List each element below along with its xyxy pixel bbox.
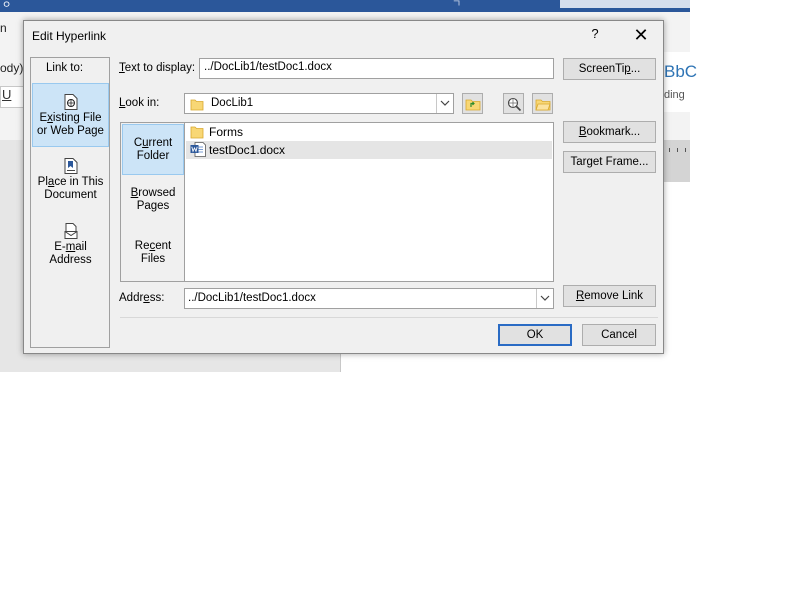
label-part: ail: [75, 241, 87, 253]
list-item[interactable]: testDoc1.docx: [186, 141, 552, 159]
ribbon-strip: [663, 112, 690, 138]
label-part: Pages: [136, 200, 170, 212]
folder-icon: [190, 99, 204, 111]
browse-tabs: Current Folder Browsed Pages Recent File…: [120, 122, 185, 282]
page-edge: [340, 354, 341, 372]
style-preview-heading[interactable]: BbC: [664, 62, 697, 82]
link-to-label: Link to:: [46, 62, 84, 74]
bookmark-button[interactable]: Bookmark...: [563, 121, 656, 143]
address-input[interactable]: ../DocLib1/testDoc1.docx: [184, 288, 554, 309]
style-preview-label: ding: [664, 89, 685, 101]
label-part: rrent: [148, 137, 173, 149]
label-part: ent: [155, 240, 172, 252]
file-name: Forms: [209, 125, 243, 139]
look-in-label: Look in:: [119, 97, 159, 109]
ok-button[interactable]: OK: [498, 324, 572, 346]
list-item[interactable]: Forms: [186, 123, 552, 141]
accesskey: m: [65, 241, 76, 253]
ruler: [663, 140, 690, 182]
tab-browsed-pages[interactable]: Browsed Pages: [121, 187, 185, 227]
link-to-place-in-document[interactable]: Place in This Document: [32, 157, 109, 213]
label-part: ook in:: [125, 97, 160, 109]
globe-document-icon: [64, 94, 77, 110]
look-in-select[interactable]: DocLib1: [184, 93, 454, 114]
label-part: Folder: [136, 150, 170, 162]
label-part: ext to display:: [124, 62, 196, 74]
label-part: ookmark...: [586, 126, 641, 138]
tab-current-folder[interactable]: Current Folder: [122, 124, 184, 175]
browse-file-button[interactable]: [532, 93, 553, 114]
label-part: Tar: [570, 156, 587, 168]
link-to-existing-file[interactable]: Existing File or Web Page: [32, 83, 109, 147]
label-part: isting File: [52, 112, 102, 124]
label-part: Document: [44, 189, 97, 201]
accesskey: R: [575, 290, 585, 302]
label-part: et Frame...: [592, 156, 649, 168]
text-to-display-label: Text to display:: [119, 62, 195, 74]
label-part: ce in This: [54, 176, 104, 188]
remove-link-button[interactable]: Remove Link: [563, 285, 656, 307]
label-part: Pl: [37, 176, 48, 188]
tab-recent-files[interactable]: Recent Files: [121, 240, 185, 280]
underline-button[interactable]: U: [0, 86, 24, 108]
word-title-bar: ㅇ ㄱ: [0, 0, 690, 12]
link-to-email-address[interactable]: E-mail Address: [32, 223, 109, 279]
styles-gallery: [663, 52, 690, 112]
label-part: ...: [630, 63, 641, 75]
folder-up-icon: [465, 99, 481, 111]
screentip-button[interactable]: ScreenTip...: [563, 58, 656, 80]
open-folder-icon: [535, 99, 551, 111]
chevron-down-icon[interactable]: [436, 94, 453, 113]
title-bar-glyph: ㄱ: [452, 0, 462, 10]
close-icon[interactable]: ✕: [628, 24, 654, 46]
document-margin: [24, 354, 341, 372]
label-part: rowsed: [138, 187, 176, 199]
address-value: ../DocLib1/testDoc1.docx: [188, 292, 316, 304]
label-part: Address: [49, 254, 92, 266]
label-part: Files: [140, 253, 166, 265]
help-button[interactable]: ?: [584, 26, 606, 46]
label-part: C: [133, 137, 143, 149]
dialog-title: Edit Hyperlink: [32, 29, 107, 43]
label-part: emove Link: [584, 290, 644, 302]
ribbon-fragment-text: n: [0, 21, 7, 35]
edit-hyperlink-dialog: Edit Hyperlink ? ✕ Existing File or Web …: [23, 20, 664, 354]
label-part: E-: [54, 241, 66, 253]
browse-web-icon: [507, 97, 522, 112]
document-margin: [0, 140, 24, 372]
address-label: Address:: [119, 292, 164, 304]
bookmark-document-icon: [64, 158, 77, 174]
title-bar-glyph: ㅇ: [2, 0, 12, 11]
text-to-display-input[interactable]: ../DocLib1/testDoc1.docx: [199, 58, 554, 79]
label-part: ss:: [149, 292, 165, 304]
file-name: testDoc1.docx: [209, 143, 286, 157]
email-icon: [64, 223, 77, 239]
font-name-fragment: ody): [0, 61, 24, 75]
folder-icon: [190, 126, 204, 139]
label-part: Re: [134, 240, 150, 252]
link-to-panel: Existing File or Web Page Place in This …: [30, 57, 110, 348]
target-frame-button[interactable]: Target Frame...: [563, 151, 656, 173]
label-part: or Web Page: [37, 125, 104, 137]
separator: [120, 317, 658, 318]
label-part: ScreenTi: [578, 63, 625, 75]
file-list: Forms testDoc1.docx: [184, 122, 554, 282]
title-bar-search-area: [560, 0, 690, 8]
label-part: Addr: [119, 292, 144, 304]
look-in-value: DocLib1: [211, 97, 254, 109]
chevron-down-icon[interactable]: [536, 289, 553, 308]
browse-web-button[interactable]: [503, 93, 524, 114]
up-one-folder-button[interactable]: [462, 93, 483, 114]
cancel-button[interactable]: Cancel: [582, 324, 656, 346]
word-doc-icon: [190, 142, 206, 157]
